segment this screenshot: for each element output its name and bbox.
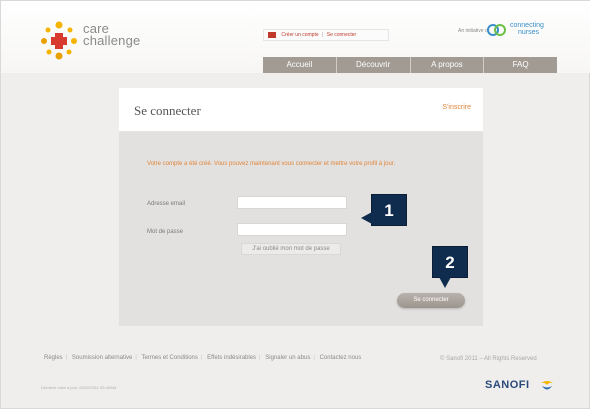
sanofi-bird-icon: [541, 381, 553, 390]
nav-item-decouvrir[interactable]: Découvrir: [337, 57, 411, 73]
success-message: Votre compte a été créé. Vous pouvez mai…: [147, 161, 396, 167]
nav-item-faq[interactable]: FAQ: [484, 57, 557, 73]
email-label: Adresse email: [147, 201, 186, 207]
logo-line-2: challenge: [83, 33, 141, 48]
login-submit-button[interactable]: Se connecter: [397, 293, 465, 308]
nav-item-accueil[interactable]: Accueil: [263, 57, 337, 73]
main-nav: Accueil Découvrir A propos FAQ: [263, 57, 557, 73]
footer-link-signaler[interactable]: Signaler un abus: [265, 355, 310, 361]
site-header: care challenge Créer un compte | Se conn…: [1, 1, 590, 73]
nav-item-a-propos[interactable]: A propos: [411, 57, 485, 73]
callout-2: 2: [432, 246, 468, 288]
page: care challenge Créer un compte | Se conn…: [0, 0, 590, 409]
create-account-link[interactable]: Créer un compte: [281, 32, 318, 38]
login-link[interactable]: Se connecter: [327, 32, 356, 38]
signup-link[interactable]: S'inscrire: [442, 104, 471, 111]
link-separator: |: [322, 32, 324, 38]
page-title: Se connecter: [134, 103, 201, 118]
last-updated-text: Dernière mise à jour: 06/22/2011 09:46AM: [41, 385, 117, 390]
login-panel: Se connecter S'inscrire Votre compte a é…: [119, 88, 483, 326]
partner-wordmark: connecting nurses: [510, 22, 544, 36]
forgot-password-button[interactable]: J'ai oublié mon mot de passe: [241, 243, 341, 255]
footer-link-effets[interactable]: Effets indésirables: [207, 355, 256, 361]
footer-link-soumission[interactable]: Soumission alternative: [72, 355, 132, 361]
uk-flag-icon[interactable]: [268, 31, 276, 38]
email-field[interactable]: [237, 196, 347, 209]
footer-link-termes[interactable]: Termes et Conditions: [142, 355, 198, 361]
logo-wordmark: care challenge: [83, 22, 141, 48]
password-field[interactable]: [237, 223, 347, 236]
partner-line-1: connecting: [510, 22, 544, 29]
initiative-text: An initiative of: [458, 28, 490, 34]
footer-link-contact[interactable]: Contactez nous: [320, 355, 362, 361]
connecting-nurses-logo-icon[interactable]: [487, 21, 507, 39]
password-label: Mot de passe: [147, 229, 184, 235]
partner-line-2: nurses: [518, 29, 540, 36]
callout-1: 1: [361, 194, 407, 226]
footer-link-regles[interactable]: Règles: [44, 355, 63, 361]
care-challenge-logo-icon[interactable]: [39, 19, 79, 61]
copyright-text: © Sanofi 2011 – All Rights Reserved: [440, 356, 537, 362]
account-links-bar: Créer un compte | Se connecter: [263, 29, 389, 41]
login-header-card: Se connecter S'inscrire: [119, 88, 483, 132]
footer-links: Règles | Soumission alternative | Termes e…: [44, 355, 362, 361]
sanofi-logo[interactable]: SANOFI: [485, 379, 530, 391]
